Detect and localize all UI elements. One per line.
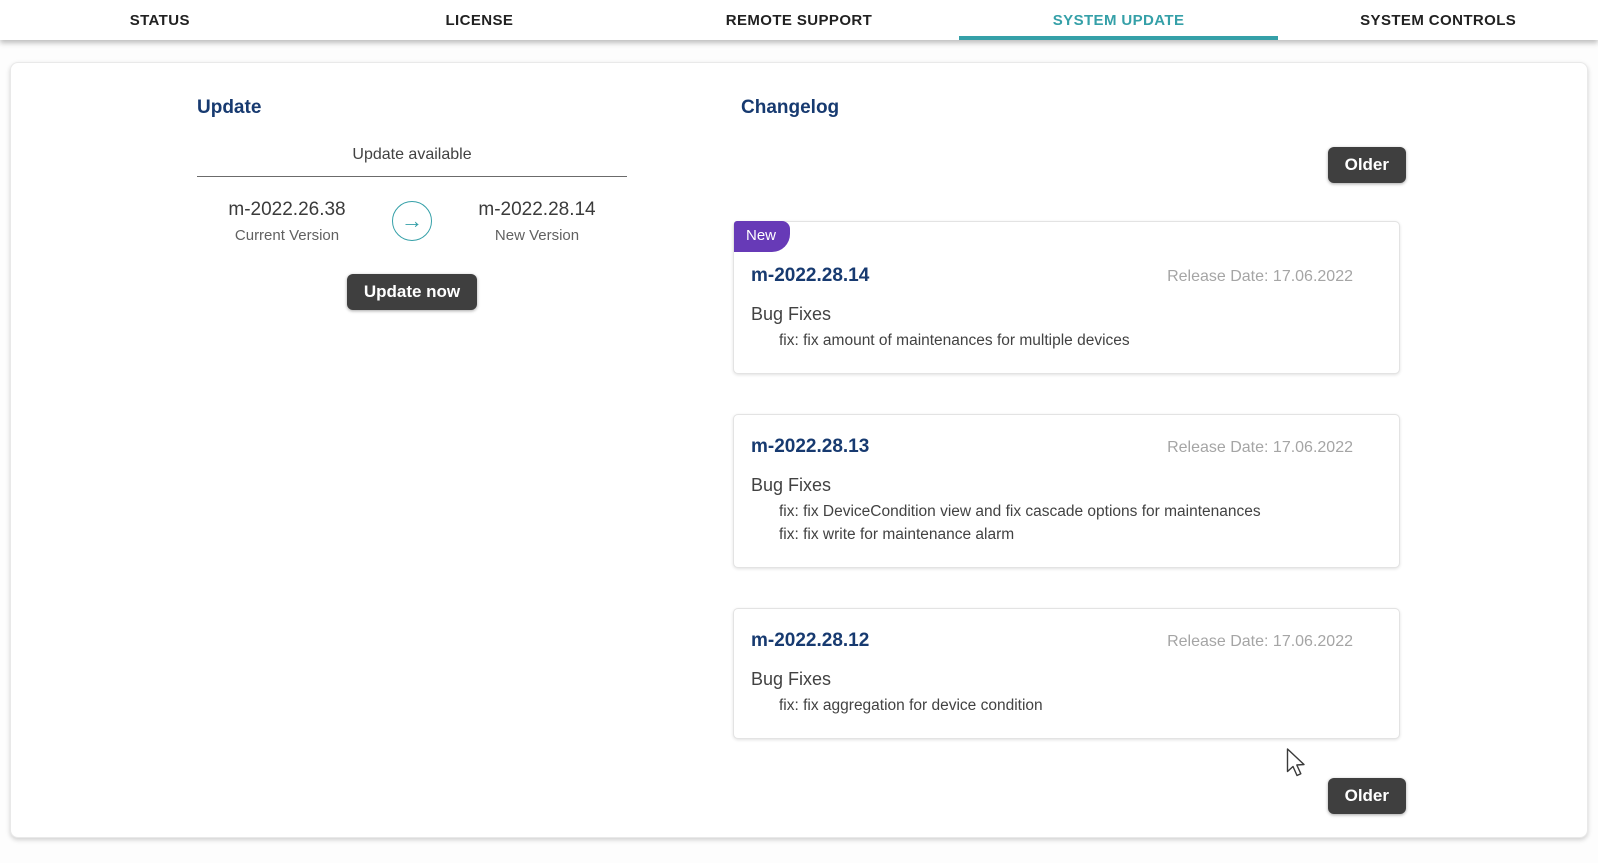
current-version-number: m-2022.26.38: [197, 199, 377, 221]
current-version-label: Current Version: [197, 227, 377, 244]
update-title: Update: [197, 97, 627, 119]
tab-system-update[interactable]: SYSTEM UPDATE: [959, 0, 1279, 40]
new-badge-label: New: [746, 227, 776, 244]
card-version: m-2022.28.13: [751, 436, 869, 458]
new-version-number: m-2022.28.14: [447, 199, 627, 221]
tab-label: REMOTE SUPPORT: [726, 12, 872, 29]
older-button-bottom[interactable]: Older: [1328, 778, 1406, 814]
fix-line: fix: fix DeviceCondition view and fix ca…: [779, 500, 1353, 523]
card-release-date: Release Date: 17.06.2022: [1167, 439, 1353, 457]
changelog-card: m-2022.28.13 Release Date: 17.06.2022 Bu…: [733, 414, 1400, 568]
update-section: Update Update available m-2022.26.38 Cur…: [197, 97, 627, 310]
update-available-text: Update available: [197, 146, 627, 164]
current-version-block: m-2022.26.38 Current Version: [197, 199, 377, 244]
update-now-button[interactable]: Update now: [347, 274, 477, 310]
card-fix-list: fix: fix DeviceCondition view and fix ca…: [751, 500, 1353, 546]
fix-line: fix: fix aggregation for device conditio…: [779, 694, 1353, 717]
card-fix-list: fix: fix aggregation for device conditio…: [751, 694, 1353, 717]
card-header: m-2022.28.12 Release Date: 17.06.2022: [751, 630, 1353, 652]
older-button-top[interactable]: Older: [1328, 147, 1406, 183]
changelog-section: Changelog Older New m-2022.28.14 Release…: [733, 97, 1410, 814]
fix-line: fix: fix write for maintenance alarm: [779, 523, 1353, 546]
fix-line: fix: fix amount of maintenances for mult…: [779, 329, 1353, 352]
new-badge: New: [734, 221, 790, 252]
arrow-right-circle-icon: →: [392, 201, 432, 241]
older-bottom-row: Older: [733, 778, 1410, 814]
card-release-date: Release Date: 17.06.2022: [1167, 268, 1353, 286]
changelog-card: m-2022.28.12 Release Date: 17.06.2022 Bu…: [733, 608, 1400, 739]
tab-bar: STATUS LICENSE REMOTE SUPPORT SYSTEM UPDATE…: [0, 0, 1598, 40]
system-update-panel: Update Update available m-2022.26.38 Cur…: [10, 62, 1588, 838]
changelog-list: New m-2022.28.14 Release Date: 17.06.202…: [733, 221, 1410, 739]
tab-label: SYSTEM UPDATE: [1053, 12, 1185, 29]
active-tab-underline: [959, 36, 1279, 40]
changelog-card: New m-2022.28.14 Release Date: 17.06.202…: [733, 221, 1400, 374]
card-release-date: Release Date: 17.06.2022: [1167, 633, 1353, 651]
tab-status[interactable]: STATUS: [0, 0, 320, 40]
card-fix-list: fix: fix amount of maintenances for mult…: [751, 329, 1353, 352]
tab-label: STATUS: [130, 12, 190, 29]
card-header: m-2022.28.14 Release Date: 17.06.2022: [751, 265, 1353, 287]
changelog-title: Changelog: [741, 97, 1410, 119]
card-version: m-2022.28.14: [751, 265, 869, 287]
tab-remote-support[interactable]: REMOTE SUPPORT: [639, 0, 959, 40]
arrow-right-glyph: →: [401, 210, 423, 232]
card-section-heading: Bug Fixes: [751, 304, 1353, 325]
update-divider: [197, 176, 627, 177]
card-section-heading: Bug Fixes: [751, 475, 1353, 496]
tab-license[interactable]: LICENSE: [320, 0, 640, 40]
tab-label: LICENSE: [445, 12, 513, 29]
new-version-label: New Version: [447, 227, 627, 244]
tab-label: SYSTEM CONTROLS: [1360, 12, 1516, 29]
card-section-heading: Bug Fixes: [751, 669, 1353, 690]
card-header: m-2022.28.13 Release Date: 17.06.2022: [751, 436, 1353, 458]
card-version: m-2022.28.12: [751, 630, 869, 652]
tab-system-controls[interactable]: SYSTEM CONTROLS: [1278, 0, 1598, 40]
update-button-row: Update now: [197, 274, 627, 310]
new-version-block: m-2022.28.14 New Version: [447, 199, 627, 244]
version-transition: m-2022.26.38 Current Version → m-2022.28…: [197, 199, 627, 244]
older-top-row: Older: [733, 147, 1410, 183]
